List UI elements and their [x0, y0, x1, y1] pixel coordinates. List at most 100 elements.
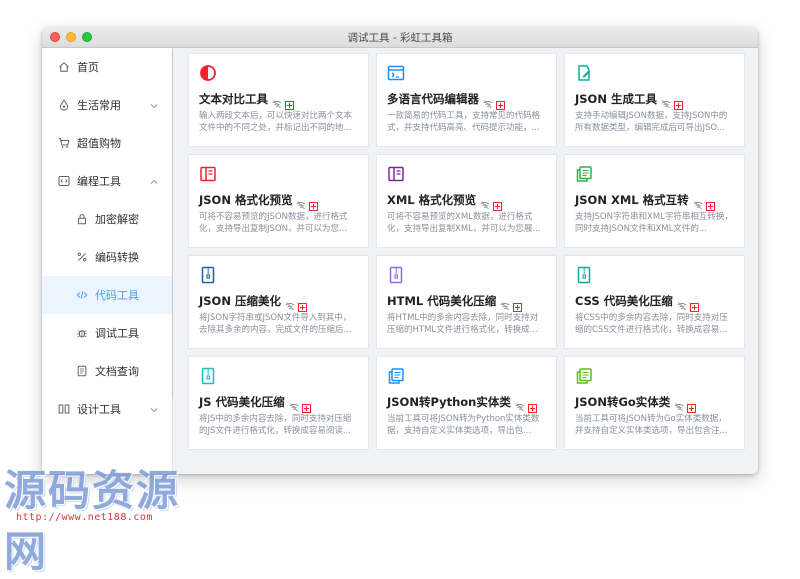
offline-icon: [483, 94, 493, 109]
add-favorite-icon[interactable]: [527, 398, 537, 413]
offline-icon: [500, 296, 510, 311]
offline-icon: [272, 94, 282, 109]
tool-card[interactable]: JSON转Go实体类当前工具可将JSON转为Go实体类数据，并支持自定义实体类选…: [564, 356, 745, 450]
offline-icon: [296, 195, 306, 210]
tool-card[interactable]: JSON转Python实体类当前工具可将JSON转为Python实体类数据，支持…: [376, 356, 557, 450]
add-favorite-icon[interactable]: [673, 95, 683, 110]
sidebar-item-label: 设计工具: [77, 403, 121, 416]
tool-card-title: JSON转Python实体类: [387, 395, 511, 409]
zip-icon: [575, 266, 593, 284]
drop-icon: [58, 99, 70, 111]
sidebar-item-debug-tools[interactable]: 调试工具: [42, 314, 172, 352]
chevron-down-icon: [150, 404, 158, 413]
sidebar-item-home[interactable]: 首页: [42, 48, 172, 86]
tool-card-title: JSON 生成工具: [575, 92, 657, 106]
app-window: 调试工具 - 彩虹工具箱 首页 生活常用 超值购物 编程工具 加密解密 编码转换…: [42, 27, 758, 474]
add-favorite-icon[interactable]: [309, 196, 319, 211]
book-icon: [387, 165, 405, 183]
tool-card[interactable]: 文本对比工具输入两段文本后，可以快速对比两个文本文件中的不同之处，并标记出不同的…: [188, 53, 369, 147]
tool-card[interactable]: JSON 格式化预览可将不容易预览的JSON数据，进行格式化，支持导出复制JSO…: [188, 154, 369, 248]
bug-icon: [76, 327, 88, 339]
tool-grid-area: 文本对比工具输入两段文本后，可以快速对比两个文本文件中的不同之处，并标记出不同的…: [173, 48, 758, 474]
tool-card-description: 支持JSON字符串和XML字符串相互转换，同时支持JSON文件和XML文件的..…: [575, 212, 733, 234]
tool-card-title: JS 代码美化压缩: [199, 395, 285, 409]
sidebar-item-shopping[interactable]: 超值购物: [42, 124, 172, 162]
add-favorite-icon[interactable]: [493, 196, 503, 211]
sidebar-item-design[interactable]: 设计工具: [42, 390, 172, 428]
copy-doc-icon: [575, 367, 593, 385]
tool-card-description: 当前工具可将JSON转为Go实体类数据，并支持自定义实体类选项，导出包含注...: [575, 414, 728, 436]
sidebar-item-label: 超值购物: [77, 137, 121, 150]
tool-card-description: 将JS中的多余内容去除，同时支持对压缩的JS文件进行格式化，转换成容易阅读...: [199, 414, 352, 436]
sidebar-item-label: 文档查询: [95, 365, 139, 378]
sidebar-item-label: 生活常用: [77, 99, 121, 112]
book-icon: [199, 165, 217, 183]
tool-card-title: 文本对比工具: [199, 92, 268, 106]
lock-icon: [76, 213, 88, 225]
tool-card-title: JSON 压缩美化: [199, 294, 281, 308]
tool-card[interactable]: JS 代码美化压缩将JS中的多余内容去除，同时支持对压缩的JS文件进行格式化，转…: [188, 356, 369, 450]
sidebar-item-encryption[interactable]: 加密解密: [42, 200, 172, 238]
sidebar-item-programming[interactable]: 编程工具: [42, 162, 172, 200]
add-favorite-icon[interactable]: [496, 95, 505, 110]
watermark-url: http://www.net188.com: [16, 512, 153, 523]
tool-card-title: XML 格式化预览: [387, 193, 477, 207]
tool-card-description: 可将不容易预览的XML数据，进行格式化，支持导出复制XML，并可以为您展...: [387, 212, 541, 234]
tool-card-title: CSS 代码美化压缩: [575, 294, 673, 308]
chevron-down-icon: [150, 100, 158, 109]
tool-card-description: 可将不容易预览的JSON数据，进行格式化，支持导出复制JSON，并可以为您...: [199, 212, 348, 234]
offline-icon: [674, 397, 684, 412]
add-favorite-icon[interactable]: [513, 297, 523, 312]
watermark: 源码资源网 http://www.net188.com: [0, 457, 210, 576]
tool-card[interactable]: JSON XML 格式互转支持JSON字符串和XML字符串相互转换，同时支持JS…: [564, 154, 745, 248]
offline-icon: [285, 296, 295, 311]
add-favorite-icon[interactable]: [687, 398, 697, 413]
sidebar-item-doc-query[interactable]: 文档查询: [42, 352, 172, 390]
tool-card-description: 一款简易的代码工具，支持常见的代码格式，并支持代码高亮、代码提示功能，...: [387, 111, 541, 133]
tool-card-title: JSON 格式化预览: [199, 193, 293, 207]
add-favorite-icon[interactable]: [301, 398, 311, 413]
tool-card[interactable]: 多语言代码编辑器 一款简易的代码工具，支持常见的代码格式，并支持代码高亮、代码提示…: [376, 53, 557, 147]
code-icon: [76, 289, 88, 301]
tool-card-title: JSON转Go实体类: [575, 395, 671, 409]
chevron-up-icon: [150, 176, 158, 184]
sidebar-item-label: 代码工具: [95, 289, 139, 302]
tool-card[interactable]: CSS 代码美化压缩将CSS中的多余内容去除，同时支持对压缩的CSS文件进行格式…: [564, 255, 745, 349]
cart-icon: [58, 137, 70, 149]
copy-doc-icon: [575, 165, 593, 183]
sidebar-item-label: 首页: [77, 61, 99, 74]
window-title: 调试工具 - 彩虹工具箱: [347, 32, 453, 44]
add-favorite-icon[interactable]: [285, 95, 294, 110]
sidebar-item-label: 调试工具: [95, 327, 139, 340]
offline-icon: [515, 397, 525, 412]
tool-card[interactable]: JSON 生成工具 支持手动编辑JSON数据，支持JSON中的所有数据类型，编辑完…: [564, 53, 745, 147]
tool-card-description: 当前工具可将JSON转为Python实体类数据，支持自定义实体类选项，导出包..…: [387, 414, 540, 436]
offline-icon: [661, 94, 671, 109]
add-favorite-icon[interactable]: [297, 297, 307, 312]
tool-card-description: 将CSS中的多余内容去除，同时支持对压缩的CSS文件进行格式化，转换成容易...: [575, 313, 728, 335]
tool-card[interactable]: JSON 压缩美化 将JSON字符串或JSON文件导入到其中，去除其多余的内容，完…: [188, 255, 369, 349]
sidebar-item-encoding[interactable]: 编码转换: [42, 238, 172, 276]
tool-card-description: 输入两段文本后，可以快速对比两个文本文件中的不同之处，并标记出不同的地...: [199, 111, 353, 133]
title-bar: 调试工具 - 彩虹工具箱: [42, 27, 758, 48]
zip-icon: [199, 367, 217, 385]
offline-icon: [289, 397, 299, 412]
percent-icon: [76, 251, 88, 263]
offline-icon: [677, 296, 687, 311]
tool-card[interactable]: HTML 代码美化压缩 将HTML中的多余内容去除，同时支持对压缩的HTML文件进…: [376, 255, 557, 349]
tool-card-grid: 文本对比工具输入两段文本后，可以快速对比两个文本文件中的不同之处，并标记出不同的…: [188, 53, 745, 450]
zip-icon: [199, 266, 217, 284]
offline-icon: [480, 195, 490, 210]
zip-icon: [387, 266, 405, 284]
tool-card[interactable]: XML 格式化预览可将不容易预览的XML数据，进行格式化，支持导出复制XML，并…: [376, 154, 557, 248]
home-icon: [58, 61, 70, 73]
tool-card-title: JSON XML 格式互转: [575, 193, 689, 207]
sidebar-item-code-tools[interactable]: 代码工具: [42, 276, 172, 314]
add-favorite-icon[interactable]: [705, 196, 715, 211]
code-box-icon: [58, 175, 70, 187]
file-edit-icon: [575, 64, 593, 82]
doc-icon: [76, 365, 88, 377]
sidebar-item-life[interactable]: 生活常用: [42, 86, 172, 124]
sidebar-item-label: 加密解密: [95, 213, 139, 226]
add-favorite-icon[interactable]: [689, 297, 699, 312]
